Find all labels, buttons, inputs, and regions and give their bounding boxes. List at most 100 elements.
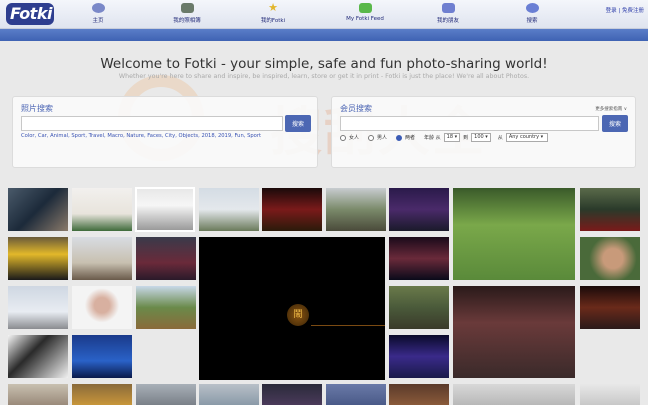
nav-label-home: 主页 [92, 18, 104, 24]
tag-link[interactable]: Objects [179, 133, 199, 139]
photo-thumbnail[interactable] [389, 188, 449, 231]
tag-link[interactable]: Sport [71, 133, 85, 139]
photo-thumbnail[interactable] [580, 188, 640, 231]
feed-icon [358, 3, 372, 13]
photo-thumbnail[interactable] [453, 188, 575, 280]
country-select[interactable]: Any country ▾ [505, 133, 548, 142]
tag-link[interactable]: Fun [234, 133, 243, 139]
tag-link[interactable]: Sport [247, 133, 261, 139]
nav-label-albums: 我的照相簿 [173, 18, 201, 24]
age-to-select[interactable]: 100 ▾ [471, 133, 491, 142]
country-value: Any country [508, 134, 540, 140]
gender-male-radio[interactable] [368, 134, 375, 141]
albums-icon [180, 3, 194, 13]
photo-thumbnail[interactable] [453, 286, 575, 378]
country-label: 从 [497, 135, 503, 141]
gender-male-label: 男人 [377, 135, 388, 141]
photo-thumbnail[interactable] [389, 335, 449, 378]
photo-thumbnail[interactable] [8, 384, 68, 405]
photo-thumbnail[interactable] [8, 286, 68, 329]
fotki-logo[interactable]: Fotki [6, 3, 54, 25]
age-to-label: 到 [463, 135, 469, 141]
photo-thumbnail[interactable] [8, 188, 68, 231]
photo-search-panel: 照片搜索 搜索 Color, Car, Animal, Sport, Trave… [12, 96, 318, 168]
star-icon: ★ [268, 1, 278, 14]
photo-thumbnail[interactable] [72, 286, 132, 329]
age-from-value: 18 [446, 134, 454, 140]
advanced-search-link[interactable]: 更多搜索指南 ∨ [595, 106, 627, 112]
photo-thumbnail[interactable] [72, 384, 132, 405]
photo-search-title: 照片搜索 [21, 104, 53, 113]
tag-link[interactable]: Macro [107, 133, 123, 139]
photo-thumbnail[interactable] [136, 237, 196, 280]
nav-item-my-fotki[interactable]: ★ 我的Fotki [243, 1, 303, 27]
tag-list: Color, Car, Animal, Sport, Travel, Macro… [21, 133, 261, 139]
gender-female-radio[interactable] [340, 134, 346, 141]
photo-thumbnail[interactable] [199, 384, 259, 405]
photo-thumbnail[interactable] [262, 188, 322, 231]
nav-label-search: 搜索 [526, 18, 538, 24]
photo-thumbnail[interactable] [199, 188, 259, 231]
nav-accent-bar [0, 29, 648, 41]
member-search-button[interactable]: 搜索 [602, 115, 628, 132]
age-to-value: 100 [474, 134, 484, 140]
friends-icon [441, 3, 455, 13]
tag-link[interactable]: 2019 [218, 133, 231, 139]
home-icon [91, 3, 105, 13]
tag-link[interactable]: Car [38, 133, 47, 139]
video-logo-icon: 鬧 [287, 304, 309, 326]
nav-item-home[interactable]: 主页 [68, 3, 128, 27]
photo-thumbnail[interactable] [580, 286, 640, 329]
photo-thumbnail[interactable] [72, 335, 132, 378]
photo-search-button[interactable]: 搜索 [285, 115, 311, 132]
tag-link[interactable]: Travel [89, 133, 104, 139]
photo-thumbnail[interactable] [580, 237, 640, 280]
page-title: Welcome to Fotki - your simple, safe and… [100, 56, 548, 72]
account-links: 登录 | 免费注册 [606, 6, 644, 14]
featured-video[interactable]: 鬧 [199, 237, 385, 380]
photo-thumbnail[interactable] [389, 237, 449, 280]
tag-link[interactable]: Color [21, 133, 35, 139]
photo-thumbnail[interactable] [389, 384, 449, 405]
nav-label-my-fotki: 我的Fotki [260, 18, 286, 24]
photo-thumbnail[interactable] [136, 384, 196, 405]
tag-link[interactable]: 2018 [201, 133, 214, 139]
photo-thumbnail[interactable] [72, 237, 132, 280]
tag-link[interactable]: Faces [147, 133, 161, 139]
age-from-select[interactable]: 18 ▾ [443, 133, 461, 142]
register-link[interactable]: 免费注册 [622, 8, 644, 14]
gender-both-radio[interactable] [396, 134, 403, 141]
nav-item-friends[interactable]: 我的朋友 [418, 3, 478, 27]
nav-item-search[interactable]: 搜索 [502, 3, 562, 27]
nav-item-albums[interactable]: 我的照相簿 [157, 3, 217, 27]
photo-thumbnail[interactable] [8, 335, 68, 378]
photo-thumbnail[interactable] [389, 286, 449, 329]
photo-thumbnail[interactable] [580, 384, 640, 405]
member-search-input[interactable] [340, 116, 599, 131]
photo-thumbnail[interactable] [326, 384, 386, 405]
photo-thumbnail[interactable] [453, 384, 575, 405]
photo-thumbnail[interactable] [72, 188, 132, 231]
tag-link[interactable]: Nature [126, 133, 144, 139]
nav-label-friends: 我的朋友 [436, 18, 459, 24]
page-subtitle: Whether you're here to share and inspire… [118, 73, 530, 80]
tag-link[interactable]: City [165, 133, 175, 139]
nav-item-feed[interactable]: My Fotki Feed [335, 3, 395, 27]
gender-both-label: 两者 [405, 135, 416, 141]
member-search-title: 会员搜索 [340, 104, 372, 113]
photo-thumbnail[interactable] [136, 286, 196, 329]
photo-thumbnail[interactable] [262, 384, 322, 405]
photo-search-input[interactable] [21, 116, 283, 131]
nav-label-feed: My Fotki Feed [346, 16, 384, 22]
search-icon [525, 3, 539, 13]
photo-thumbnail[interactable] [135, 187, 195, 232]
tag-link[interactable]: Animal [50, 133, 68, 139]
top-nav: Fotki 主页 我的照相簿 ★ 我的Fotki My Fotki Feed 我… [0, 0, 648, 29]
link-separator: | [618, 8, 621, 14]
video-progress-line [311, 325, 385, 326]
member-search-panel: 会员搜索 更多搜索指南 ∨ 搜索 女人 男人 两者 年龄 从 18 ▾ 到 10… [331, 96, 636, 168]
photo-thumbnail[interactable] [326, 188, 386, 231]
photo-thumbnail[interactable] [8, 237, 68, 280]
login-link[interactable]: 登录 [606, 8, 617, 14]
gender-female-label: 女人 [349, 135, 360, 141]
